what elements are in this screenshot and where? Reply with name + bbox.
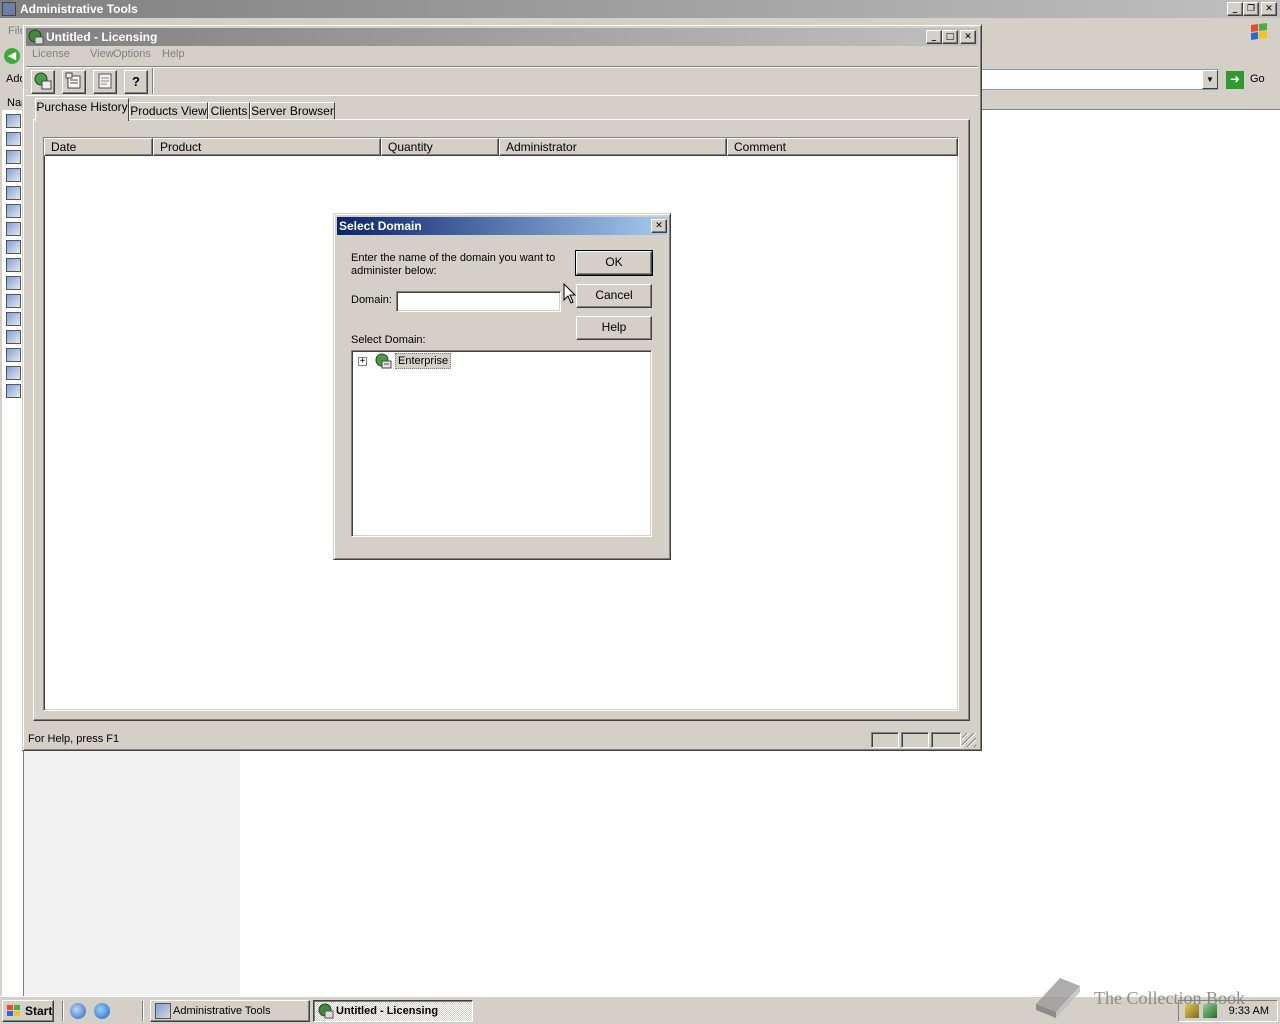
menu-view[interactable]: View <box>90 48 114 60</box>
enterprise-icon <box>375 353 392 369</box>
taskbar-separator <box>142 1001 144 1021</box>
back-arrow-icon[interactable]: ◀ <box>4 48 20 64</box>
admin-tools-titlebar[interactable]: Administrative Tools <box>0 0 1280 18</box>
domain-label: Domain: <box>351 294 392 306</box>
list-header-strip <box>978 96 1280 110</box>
maximize-button[interactable]: □ <box>942 30 958 44</box>
restore-button[interactable]: ❐ <box>1243 2 1259 16</box>
expand-icon[interactable]: + <box>358 357 367 366</box>
mouse-cursor-icon <box>563 283 577 304</box>
select-domain-label: Select Domain: <box>351 334 426 346</box>
admin-tools-icon-list <box>2 110 24 996</box>
domain-tree[interactable]: + Enterprise <box>351 350 652 537</box>
select-domain-icon[interactable] <box>31 70 55 94</box>
tree-item-enterprise[interactable]: Enterprise <box>395 353 452 369</box>
address-field[interactable] <box>978 69 1218 90</box>
licensing-menubar: License View Options Help <box>26 46 978 64</box>
tool-icon[interactable] <box>6 348 21 362</box>
admin-tools-left-pane <box>24 750 240 996</box>
select-domain-dialog: Select Domain ✕ Enter the name of the do… <box>333 213 671 560</box>
go-arrow-icon: ➜ <box>1226 71 1244 89</box>
watermark: The Collection Book <box>1030 974 1280 1022</box>
menu-license[interactable]: License <box>32 48 70 60</box>
tool-icon[interactable] <box>6 366 21 380</box>
licensing-titlebar[interactable]: Untitled - Licensing <box>26 28 978 46</box>
taskbar-item-label: Administrative Tools <box>173 1005 271 1017</box>
status-panel <box>901 732 929 748</box>
column-administrator[interactable]: Administrator <box>499 138 727 156</box>
windows-logo-icon <box>1242 20 1276 44</box>
select-domain-glyph <box>34 72 52 90</box>
address-dropdown-icon[interactable]: ▼ <box>1202 70 1218 89</box>
dialog-titlebar[interactable]: Select Domain <box>337 217 667 235</box>
tool-icon[interactable] <box>6 330 21 344</box>
admin-tools-app-icon <box>2 2 16 16</box>
admin-tools-title: Administrative Tools <box>20 2 138 16</box>
taskbar-item-label: Untitled - Licensing <box>336 1005 439 1017</box>
tool-icon[interactable] <box>6 312 21 326</box>
taskbar-item-admin-tools[interactable]: Administrative Tools <box>150 1000 310 1022</box>
properties-icon[interactable] <box>93 70 117 94</box>
resize-grip[interactable] <box>962 733 976 747</box>
close-button[interactable]: ✕ <box>960 30 976 44</box>
taskbar-item-licensing[interactable]: Untitled - Licensing <box>313 1000 473 1022</box>
desktop-quicklaunch-icon[interactable] <box>70 1003 86 1019</box>
tool-icon[interactable] <box>6 258 21 272</box>
tool-icon[interactable] <box>6 240 21 254</box>
go-button[interactable]: ➜ Go <box>1226 70 1276 90</box>
tool-icon[interactable] <box>6 114 21 128</box>
new-license-glyph <box>65 72 81 89</box>
tool-icon[interactable] <box>6 168 21 182</box>
windows-flag-icon <box>7 1005 20 1016</box>
watermark-text: The Collection Book <box>1094 988 1245 1008</box>
tool-icon[interactable] <box>6 384 21 398</box>
taskbar-separator <box>62 1001 64 1021</box>
dialog-close-button[interactable]: ✕ <box>651 219 667 233</box>
book-watermark-icon <box>1036 978 1080 1018</box>
minimize-button[interactable]: _ <box>1227 2 1243 16</box>
tool-icon[interactable] <box>6 276 21 290</box>
dialog-title: Select Domain <box>339 219 422 233</box>
tool-icon[interactable] <box>6 204 21 218</box>
tool-icon[interactable] <box>6 222 21 236</box>
menu-options[interactable]: Options <box>113 48 151 60</box>
dialog-prompt: Enter the name of the domain you want to… <box>351 252 556 277</box>
tool-icon[interactable] <box>6 186 21 200</box>
start-label: Start <box>25 1004 53 1018</box>
tool-icon[interactable] <box>6 132 21 146</box>
close-button[interactable]: ✕ <box>1261 2 1277 16</box>
start-button[interactable]: Start <box>2 1000 54 1022</box>
column-comment[interactable]: Comment <box>727 138 958 156</box>
go-label: Go <box>1250 73 1265 85</box>
licensing-taskbar-icon <box>318 1003 334 1019</box>
minimize-button[interactable]: _ <box>926 30 942 44</box>
status-bar: For Help, press F1 <box>26 732 978 748</box>
status-text: For Help, press F1 <box>28 733 120 745</box>
status-panel <box>871 732 899 748</box>
ok-button[interactable]: OK <box>575 250 653 276</box>
tool-icon[interactable] <box>6 150 21 164</box>
domain-input[interactable] <box>396 291 561 312</box>
licensing-app-icon <box>28 29 44 45</box>
licensing-toolbar: ? <box>26 66 978 96</box>
help-icon[interactable]: ? <box>124 70 148 94</box>
admin-tools-taskbar-icon <box>155 1003 171 1019</box>
column-date[interactable]: Date <box>44 138 153 156</box>
properties-glyph <box>98 73 112 89</box>
internet-explorer-icon[interactable] <box>94 1003 110 1019</box>
menu-help[interactable]: Help <box>162 48 185 60</box>
new-license-icon[interactable] <box>62 70 86 94</box>
toolbar-separator <box>152 68 154 94</box>
help-button[interactable]: Help <box>576 316 652 340</box>
tab-purchase-history[interactable]: Purchase History <box>35 98 129 121</box>
tool-icon[interactable] <box>6 294 21 308</box>
cancel-button[interactable]: Cancel <box>576 284 652 308</box>
column-product[interactable]: Product <box>153 138 381 156</box>
licensing-title: Untitled - Licensing <box>46 30 158 44</box>
column-quantity[interactable]: Quantity <box>381 138 499 156</box>
status-panel <box>931 732 961 748</box>
